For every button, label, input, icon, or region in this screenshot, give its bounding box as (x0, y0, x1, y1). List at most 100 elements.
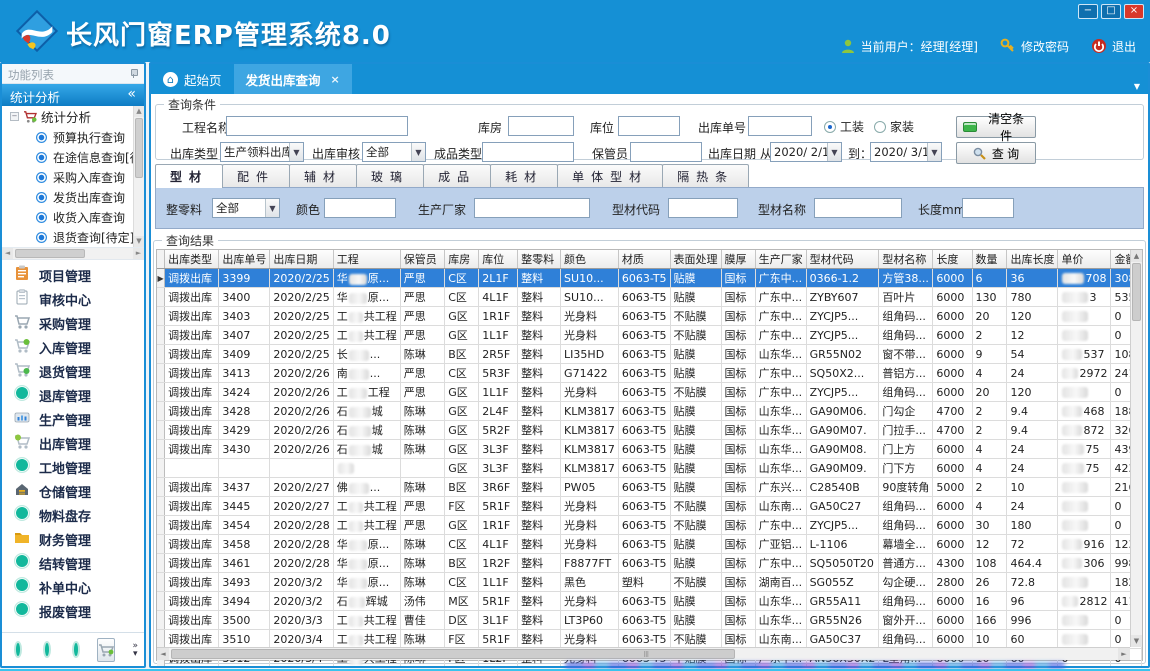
column-header[interactable]: 生产厂家 (755, 250, 806, 269)
minimize-button[interactable]: − (1078, 4, 1098, 19)
column-header[interactable]: 单价 (1058, 250, 1111, 269)
tree-expand-toggle[interactable]: − (10, 112, 19, 121)
logout-button[interactable]: 退出 (1091, 38, 1136, 55)
profile-code-input[interactable] (668, 198, 738, 218)
material-tab[interactable]: 耗材 (490, 164, 558, 187)
tree-horizontal-scrollbar[interactable]: ◄ ► (2, 248, 144, 260)
close-tab-icon[interactable]: × (331, 73, 340, 86)
tree-item[interactable]: 退货查询[待定] (2, 227, 133, 247)
table-row[interactable]: 调拨出库34942020/3/2石辉城汤伟M区5R1F整料光身料6063-T5贴… (157, 592, 1142, 611)
nav-dot-icon[interactable] (16, 643, 20, 656)
material-tab[interactable]: 单体型材 (557, 164, 663, 187)
table-row[interactable]: 调拨出库35102020/3/4工共工程陈琳F区5R1F整料光身料6063-T5… (157, 630, 1142, 649)
sidebar-menu-item[interactable]: 补单中心 (2, 575, 144, 599)
radio-workwear[interactable]: 工装 (824, 118, 864, 135)
column-header[interactable]: 型材代码 (806, 250, 879, 269)
column-header[interactable]: 材质 (618, 250, 670, 269)
scroll-left-icon[interactable]: ◄ (157, 648, 169, 660)
sidebar-menu-item[interactable]: 出库管理 (2, 431, 144, 455)
overflow-icon[interactable]: »▾ (132, 642, 138, 658)
color-input[interactable] (324, 198, 396, 218)
manufacturer-input[interactable] (474, 198, 590, 218)
length-input[interactable] (962, 198, 1014, 218)
radio-home[interactable]: 家装 (874, 118, 914, 135)
warehouse-input[interactable] (508, 116, 574, 136)
table-row[interactable]: 调拨出库34932020/3/2华原...陈琳C区1L1F整料黑色塑料不贴膜国标… (157, 573, 1142, 592)
tree-item[interactable]: 发货出库查询 (2, 187, 133, 207)
scroll-down-icon[interactable]: ▼ (1131, 635, 1142, 647)
table-row[interactable]: 调拨出库34372020/2/27佛...陈琳B区3R6F整料PW056063-… (157, 478, 1142, 497)
maximize-button[interactable]: □ (1101, 4, 1121, 19)
profile-name-input[interactable] (814, 198, 902, 218)
column-header[interactable]: 整零料 (518, 250, 561, 269)
column-header[interactable]: 工程 (333, 250, 400, 269)
tree-item[interactable]: 在途信息查询[待 (2, 147, 133, 167)
scroll-up-icon[interactable]: ▲ (134, 106, 144, 117)
location-input[interactable] (618, 116, 680, 136)
table-row[interactable]: 调拨出库34302020/2/26石城陈琳G区3L3F整料KLM38176063… (157, 440, 1142, 459)
table-row[interactable]: 调拨出库34242020/2/26工工程严思G区1L1F整料光身料6063-T5… (157, 383, 1142, 402)
column-header[interactable]: 表面处理 (670, 250, 721, 269)
sidebar-menu-item[interactable]: 物料盘存 (2, 503, 144, 527)
project-name-input[interactable] (226, 116, 408, 136)
column-header[interactable]: 出库单号 (219, 250, 270, 269)
table-row[interactable]: 调拨出库34582020/2/28华原...陈琳C区4L1F整料光身料6063-… (157, 535, 1142, 554)
scrollbar-thumb[interactable] (1132, 263, 1141, 321)
sidebar-menu-item[interactable]: 工地管理 (2, 455, 144, 479)
tab-home[interactable]: ⌂ 起始页 (151, 64, 234, 94)
product-type-input[interactable] (482, 142, 574, 162)
nav-dot-icon[interactable] (74, 643, 78, 656)
table-row[interactable]: 调拨出库34092020/2/25长...陈琳B区2R5F整料LI35HD606… (157, 345, 1142, 364)
table-row[interactable]: 调拨出库34032020/2/25工共工程严思G区1R1F整料光身料6063-T… (157, 307, 1142, 326)
grid-horizontal-scrollbar[interactable]: ◄ Ⅲ ► (157, 647, 1130, 660)
cart-nav-button[interactable] (97, 638, 115, 662)
table-row[interactable]: 调拨出库34612020/2/28华原...陈琳B区1R2F整料F8877FT6… (157, 554, 1142, 573)
scroll-left-icon[interactable]: ◄ (2, 248, 13, 259)
sidebar-menu-item[interactable]: 退库管理 (2, 383, 144, 407)
table-row[interactable]: 调拨出库34282020/2/26石城陈琳G区2L4F整料KLM38176063… (157, 402, 1142, 421)
tree-item[interactable]: 采购入库查询 (2, 167, 133, 187)
date-from-picker[interactable]: 2020/ 2/16▼ (770, 142, 842, 162)
material-tab[interactable]: 玻璃 (356, 164, 424, 187)
scroll-down-icon[interactable]: ▼ (134, 236, 144, 247)
tree-root[interactable]: − 统计分析 (2, 106, 133, 127)
column-header[interactable]: 数量 (972, 250, 1007, 269)
sidebar-menu-item[interactable]: 项目管理 (2, 263, 144, 287)
material-tab[interactable]: 配件 (222, 164, 290, 187)
table-row[interactable]: 调拨出库34452020/2/27工共工程严思F区5R1F整料光身料6063-T… (157, 497, 1142, 516)
tab-shipment-outbound-query[interactable]: 发货出库查询 × (234, 64, 352, 94)
column-header[interactable]: 库房 (445, 250, 479, 269)
scrollbar-thumb[interactable] (15, 249, 85, 258)
scrollbar-thumb[interactable] (171, 649, 735, 659)
material-tab[interactable]: 型材 (155, 164, 223, 188)
sidebar-menu-item[interactable]: 报废管理 (2, 599, 144, 623)
tab-list-arrow-icon[interactable]: ▼ (1134, 82, 1140, 91)
column-header[interactable]: 库位 (479, 250, 518, 269)
search-button[interactable]: 查 询 (956, 142, 1036, 164)
tree-vertical-scrollbar[interactable]: ▲ ▼ (133, 106, 144, 247)
sidebar-menu-item[interactable]: 仓储管理 (2, 479, 144, 503)
sidebar-menu-item[interactable]: 结转管理 (2, 551, 144, 575)
sidebar-menu-item[interactable]: 采购管理 (2, 311, 144, 335)
date-to-picker[interactable]: 2020/ 3/16▼ (870, 142, 942, 162)
close-button[interactable]: × (1124, 4, 1144, 19)
table-row[interactable]: 调拨出库35002020/3/3工共工程曹佳D区3L1F整料LT3P606063… (157, 611, 1142, 630)
sidebar-menu-item[interactable]: 退货管理 (2, 359, 144, 383)
clear-conditions-button[interactable]: 清空条件 (956, 116, 1036, 138)
tree-item[interactable]: 预算执行查询 (2, 127, 133, 147)
outbound-type-select[interactable]: 生产领料出库▼ (220, 142, 304, 162)
scrollbar-thumb[interactable] (135, 118, 143, 178)
whole-piece-select[interactable]: 全部▼ (212, 198, 280, 218)
sidebar-menu-item[interactable]: 审核中心 (2, 287, 144, 311)
material-tab[interactable]: 辅材 (289, 164, 357, 187)
audit-select[interactable]: 全部▼ (362, 142, 426, 162)
column-header[interactable]: 保管员 (400, 250, 444, 269)
sidebar-menu-item[interactable]: 财务管理 (2, 527, 144, 551)
table-row[interactable]: 调拨出库34132020/2/26南...严思C区5R3F整料G71422606… (157, 364, 1142, 383)
tree-item[interactable]: 收货入库查询 (2, 207, 133, 227)
material-tab[interactable]: 成品 (423, 164, 491, 187)
column-header[interactable]: 出库日期 (270, 250, 333, 269)
material-tab[interactable]: 隔热条 (662, 164, 749, 187)
column-header[interactable]: 颜色 (561, 250, 619, 269)
scroll-right-icon[interactable]: ► (1118, 648, 1130, 660)
